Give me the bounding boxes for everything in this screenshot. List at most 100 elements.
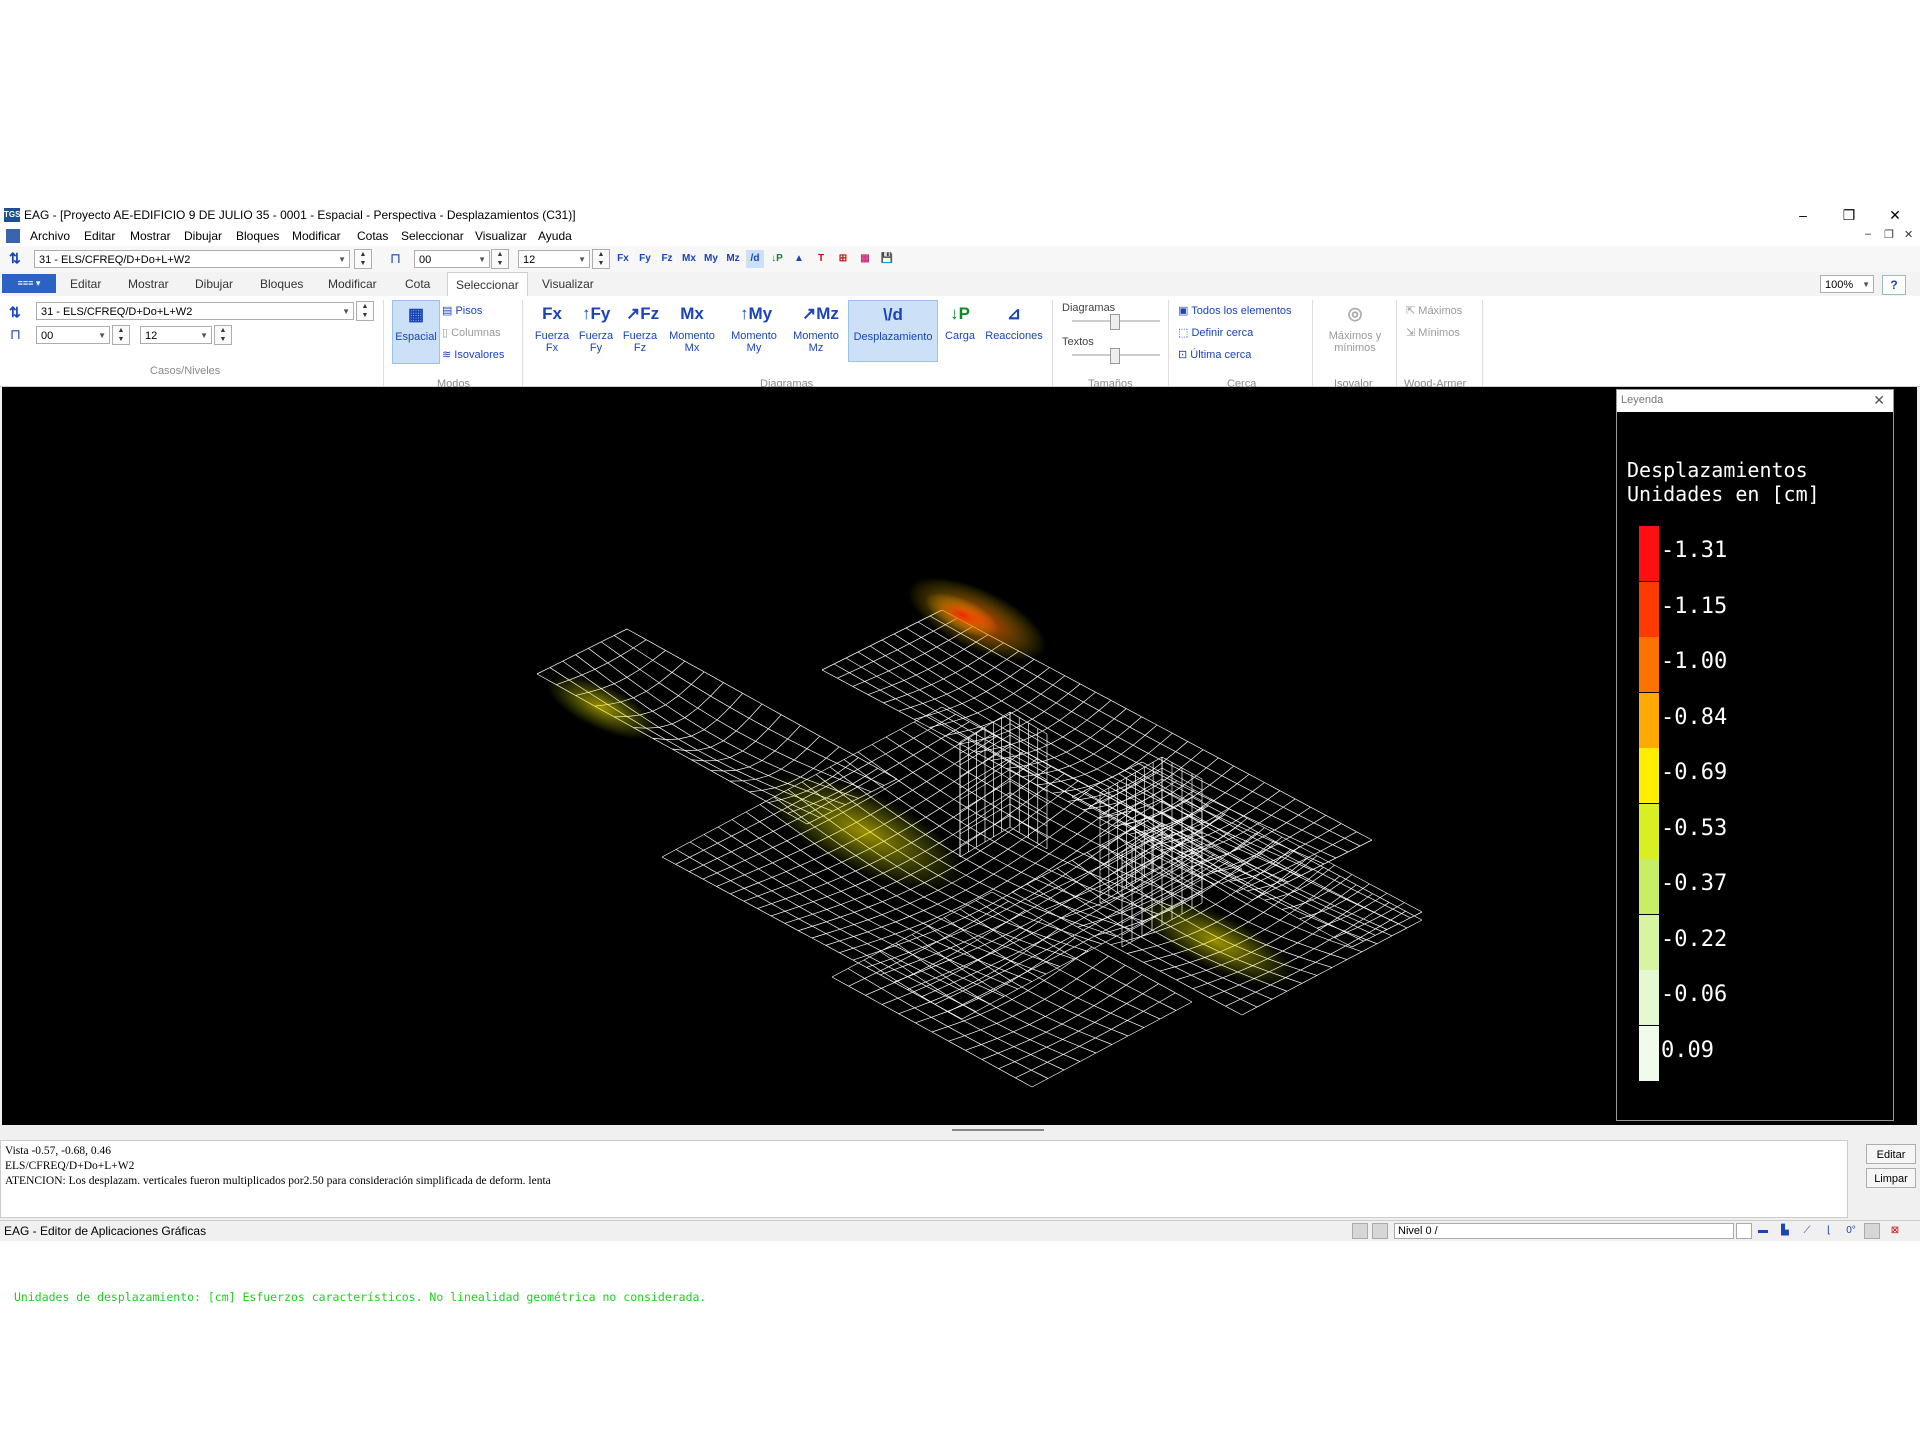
zoom-select[interactable]: 100% ▼ <box>1820 275 1874 293</box>
fy-icon[interactable]: Fy <box>636 250 654 268</box>
text-icon[interactable]: T <box>812 250 830 268</box>
menu-seleccionar[interactable]: Seleccionar <box>401 229 464 243</box>
carga-button[interactable]: ↓P Carga <box>940 300 980 342</box>
mdi-restore-button[interactable]: ❐ <box>1884 228 1894 241</box>
ribbon-case-select[interactable]: 31 - ELS/CFREQ/D+Do+L+W2 ▼ <box>36 302 354 320</box>
help-icon[interactable]: ? <box>1882 275 1906 295</box>
wood-maximos-button[interactable]: ⇱ Máximos <box>1406 304 1462 317</box>
load-case-spinner[interactable]: ▲ ▼ <box>354 249 372 269</box>
diagramas-size-label: Diagramas <box>1062 302 1116 314</box>
fz-icon[interactable]: Fz <box>658 250 676 268</box>
tab-mostrar[interactable]: Mostrar <box>128 277 169 291</box>
maximos-minimos-button[interactable]: ◎ Máximos y mínimos <box>1320 300 1390 354</box>
snap-line-icon[interactable]: ▬ <box>1754 1223 1772 1239</box>
legend-header-title: Leyenda <box>1621 394 1664 406</box>
menu-archivo[interactable]: Archivo <box>30 229 70 243</box>
ultima-cerca-button[interactable]: ⊡ Última cerca <box>1178 348 1251 361</box>
momento-mx-button[interactable]: Mx Momento Mx <box>664 300 720 354</box>
ribbon-case-spinner[interactable]: ▲ ▼ <box>356 301 374 321</box>
menu-visualizar[interactable]: Visualizar <box>475 229 527 243</box>
editar-button[interactable]: Editar <box>1866 1144 1916 1164</box>
momento-mz-button[interactable]: ↗Mz Momento Mz <box>788 300 844 354</box>
ortho-icon[interactable]: ⟋ <box>1798 1223 1816 1239</box>
mdi-minimize-button[interactable]: – <box>1865 228 1871 240</box>
status-indicator <box>1736 1223 1752 1239</box>
level-to-spinner[interactable]: ▲ ▼ <box>592 249 610 269</box>
textos-slider-thumb[interactable] <box>1110 348 1120 364</box>
menu-editar[interactable]: Editar <box>84 229 115 243</box>
menu-ayuda[interactable]: Ayuda <box>538 229 572 243</box>
close-button[interactable]: ✕ <box>1872 204 1918 226</box>
columnas-button[interactable]: ▯ Columnas <box>442 326 501 339</box>
isovalores-button[interactable]: ≋ Isovalores <box>442 348 504 361</box>
minimize-button[interactable]: – <box>1780 204 1826 226</box>
diagramas-slider-thumb[interactable] <box>1110 314 1120 330</box>
menu-modificar[interactable]: Modificar <box>292 229 341 243</box>
todos-elementos-button[interactable]: ▣ Todos los elementos <box>1178 304 1292 317</box>
load-case-icon: ⇅ <box>9 250 21 266</box>
ribbon-level-to[interactable]: 12 ▼ <box>140 326 212 344</box>
tab-modificar[interactable]: Modificar <box>328 277 377 291</box>
level-from-select[interactable]: 00 ▼ <box>414 250 490 268</box>
restore-button[interactable]: ❐ <box>1826 204 1872 226</box>
level-from-spinner[interactable]: ▲ ▼ <box>491 249 509 269</box>
textos-size-label: Textos <box>1062 336 1094 348</box>
pisos-button[interactable]: ▤ Pisos <box>442 304 482 317</box>
legend-swatch <box>1639 970 1659 1025</box>
tab-editar[interactable]: Editar <box>70 277 101 291</box>
legend-close-icon[interactable]: ✕ <box>1873 392 1885 409</box>
floor-icon: ⊓ <box>390 250 401 266</box>
desplazamiento-button[interactable]: \/d Desplazamiento <box>848 300 938 362</box>
my-icon[interactable]: My <box>702 250 720 268</box>
mdi-close-button[interactable]: ✕ <box>1904 228 1913 241</box>
tab-seleccionar[interactable]: Seleccionar <box>447 272 528 296</box>
file-menu-button[interactable]: ≡≡≡ ▾ <box>2 274 56 293</box>
legend-swatch <box>1639 637 1659 692</box>
legend-value: -0.53 <box>1661 815 1728 841</box>
espacial-button[interactable]: ▦ Espacial <box>392 300 440 364</box>
momento-my-button[interactable]: ↑My Momento My <box>726 300 782 354</box>
mx-icon[interactable]: Mx <box>680 250 698 268</box>
legend-value: -0.37 <box>1661 871 1728 896</box>
splitter-handle[interactable] <box>952 1129 1044 1131</box>
fx-icon[interactable]: Fx <box>614 250 632 268</box>
ribbon-level-from-spinner[interactable]: ▲ ▼ <box>112 325 130 345</box>
save-icon[interactable]: 💾 <box>878 250 896 268</box>
reacciones-button[interactable]: ⊿ Reacciones <box>982 300 1046 342</box>
app-logo-icon: TGS <box>4 208 20 222</box>
displacement-icon[interactable]: /d <box>746 250 764 268</box>
tab-bloques[interactable]: Bloques <box>260 277 303 291</box>
snap-corner-icon[interactable]: ⌊ <box>1820 1223 1838 1239</box>
definir-cerca-button[interactable]: ⬚ Definir cerca <box>1178 326 1253 339</box>
tab-dibujar[interactable]: Dibujar <box>195 277 233 291</box>
fuerza-fz-button[interactable]: ↗Fz Fuerza Fz <box>618 300 662 354</box>
limpar-button[interactable]: Limpar <box>1866 1168 1916 1188</box>
menu-cotas[interactable]: Cotas <box>357 229 388 243</box>
mz-icon[interactable]: Mz <box>724 250 742 268</box>
console-line: Vista -0.57, -0.68, 0.46 <box>5 1145 111 1157</box>
ribbon-level-from[interactable]: 00 ▼ <box>36 326 110 344</box>
menu-mostrar[interactable]: Mostrar <box>130 229 171 243</box>
menu-dibujar[interactable]: Dibujar <box>184 229 222 243</box>
ribbon-level-to-spinner[interactable]: ▲ ▼ <box>214 325 232 345</box>
load-case-icon: ⇅ <box>9 304 21 320</box>
fuerza-fy-button[interactable]: ↑Fy Fuerza Fy <box>574 300 618 354</box>
grid-icon[interactable]: ⊞ <box>834 250 852 268</box>
alert-icon[interactable]: ⊠ <box>1886 1223 1904 1239</box>
legend-title: Desplazamientos <box>1627 458 1808 482</box>
angle-icon[interactable]: 0° <box>1842 1223 1860 1239</box>
wood-minimos-button[interactable]: ⇲ Mínimos <box>1406 326 1460 339</box>
menu-bloques[interactable]: Bloques <box>236 229 279 243</box>
tab-visualizar[interactable]: Visualizar <box>542 277 594 291</box>
tab-cota[interactable]: Cota <box>405 277 430 291</box>
fuerza-fx-button[interactable]: Fx Fuerza Fx <box>530 300 574 354</box>
snap-grid-icon[interactable]: ▙ <box>1776 1223 1794 1239</box>
color-palette-icon[interactable]: ▦ <box>856 250 874 268</box>
reactions-icon[interactable]: ▲ <box>790 250 808 268</box>
level-to-select[interactable]: 12 ▼ <box>518 250 590 268</box>
load-case-select[interactable]: 31 - ELS/CFREQ/D+Do+L+W2 ▼ <box>34 250 350 268</box>
load-icon[interactable]: ↓P <box>768 250 786 268</box>
main-toolbar: ⇅ 31 - ELS/CFREQ/D+Do+L+W2 ▼ ▲ ▼ ⊓ 00 ▼ ▲ ▼ … <box>0 246 1920 273</box>
title-bar: TGS EAG - [Proyecto AE-EDIFICIO 9 DE JUL… <box>0 204 1920 226</box>
menu-bar: Archivo Editar Mostrar Dibujar Bloques M… <box>0 226 1920 246</box>
